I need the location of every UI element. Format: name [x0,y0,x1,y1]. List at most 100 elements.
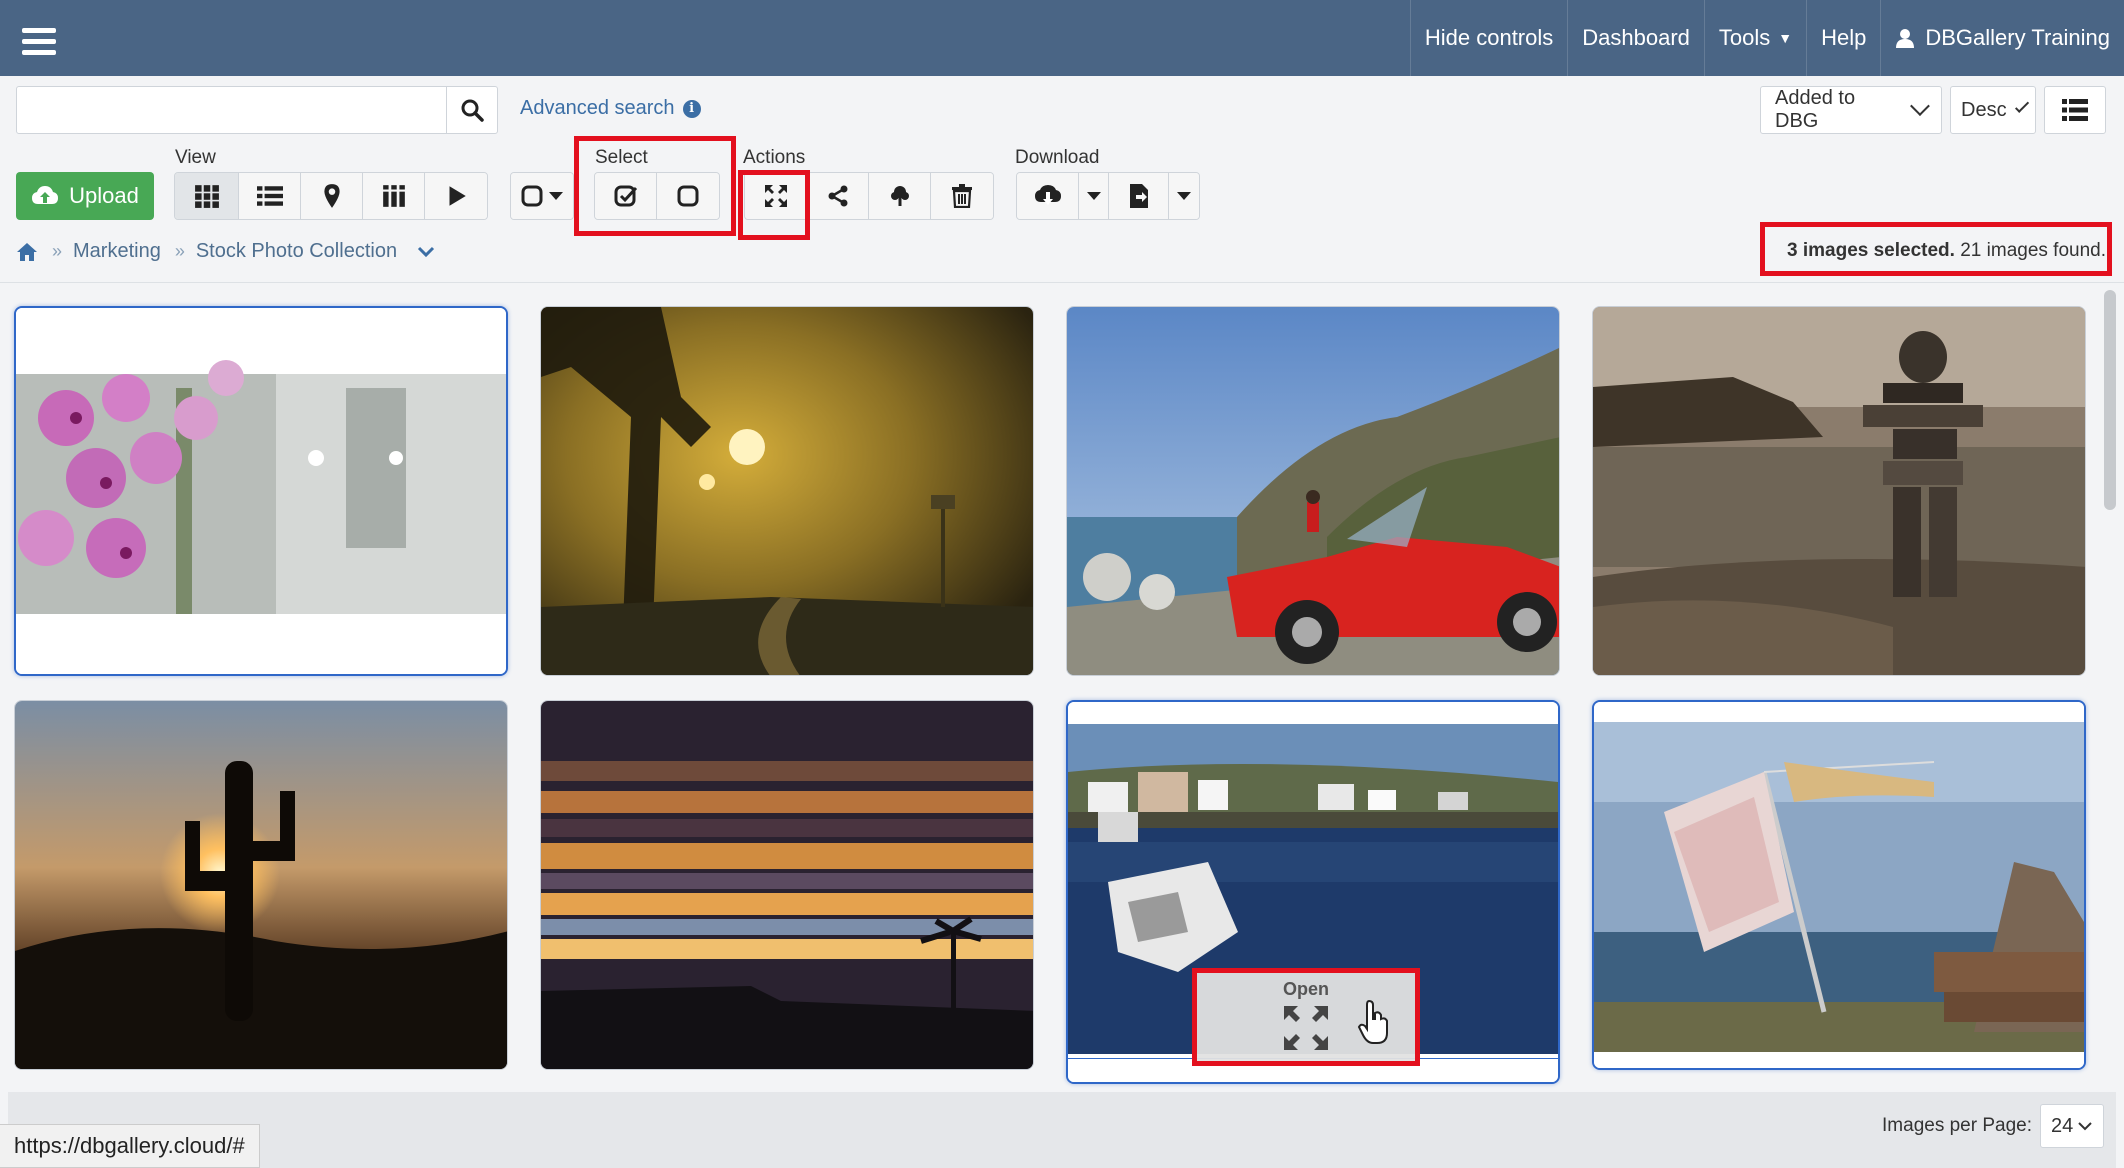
tools-label: Tools [1718,25,1771,50]
info-icon: i [682,99,701,118]
download-options-button[interactable] [1079,173,1109,219]
image-card-cactus-sunset[interactable] [14,700,508,1070]
export-options-button[interactable] [1169,173,1199,219]
sort-order-select[interactable]: Desc [1950,86,2036,134]
columns-view-button[interactable] [363,173,425,219]
download-group-label: Download [1015,147,1100,168]
image-card-red-convertible[interactable] [1066,306,1560,676]
grid-icon [194,185,219,208]
breadcrumb-separator-icon: » [52,241,62,261]
open-highlight [738,170,810,240]
share-button[interactable] [807,173,869,219]
search-icon [461,99,484,122]
found-count: 21 images found. [1960,240,2106,261]
help-link[interactable]: Help [1806,0,1880,76]
selection-dropdown-group [510,172,574,220]
images-per-page-value: 24 [2051,1114,2074,1137]
list-layout-button[interactable] [2044,86,2106,134]
breadcrumb-item-stock-photo-collection[interactable]: Stock Photo Collection [196,240,397,263]
columns-icon [382,185,405,207]
images-per-page-select[interactable]: 24 [2040,1104,2104,1148]
chevron-down-icon [1910,96,1930,116]
image-card-orchids[interactable] [14,306,508,676]
image-card-foggy-street[interactable] [540,306,1034,676]
images-per-page: Images per Page: 24 [1882,1104,2104,1148]
image-thumbnail [1593,307,2085,675]
image-card-striped-sunset[interactable] [540,700,1034,1070]
caret-down-icon: ▼ [1778,30,1793,46]
chevron-down-icon [2014,98,2030,114]
list-view-button[interactable] [239,173,301,219]
image-card-inukshuk[interactable] [1592,306,2086,676]
list-icon [256,186,283,206]
hamburger-menu-icon[interactable] [22,28,56,56]
checkbox-icon [521,185,543,207]
chevron-down-icon[interactable] [417,245,435,259]
sort-field-select[interactable]: Added to DBG [1760,86,1942,134]
upload-button[interactable]: Upload [16,172,154,220]
trash-icon [952,184,972,208]
upload-label: Upload [69,183,139,208]
image-thumbnail [1067,307,1559,675]
download-button[interactable] [1017,173,1079,219]
chevron-down-icon [2078,1122,2092,1131]
download-button-group [1016,172,1200,220]
scrollbar-thumb[interactable] [2104,290,2116,510]
tools-menu[interactable]: Tools ▼ [1703,0,1806,76]
dashboard-link[interactable]: Dashboard [1567,0,1704,76]
hand-cursor-icon [1357,999,1388,1044]
image-thumbnail [15,701,507,1069]
open-overlay-label: Open [1282,979,1329,999]
breadcrumb-separator-icon: » [174,241,185,261]
caret-down-icon [1086,192,1101,200]
actions-group-label: Actions [743,147,806,168]
image-thumbnail [541,701,1033,1069]
search-input[interactable] [16,86,448,134]
selection-status: 3 images selected. 21 images found. [1787,240,2106,262]
breadcrumb: » Marketing » Stock Photo Collection [16,240,435,263]
export-button[interactable] [1109,173,1169,219]
top-nav: Hide controls Dashboard Tools ▼ Help DBGa… [1409,0,2124,76]
family-tree-button[interactable] [869,173,931,219]
slideshow-button[interactable] [425,173,487,219]
share-icon [828,185,847,207]
sort-field-value: Added to DBG [1775,87,1856,132]
advanced-search-label: Advanced search [520,97,675,119]
footer-bar [8,1092,2116,1168]
image-thumbnail [541,307,1033,675]
advanced-search-link[interactable]: Advanced search i [520,97,701,120]
map-pin-icon [323,184,340,208]
expand-icon [1284,1006,1328,1050]
select-highlight [574,136,736,236]
open-image-overlay[interactable]: Open [1192,968,1420,1066]
view-button-group [174,172,488,220]
url-tooltip: https://dbgallery.cloud/# [0,1124,260,1168]
top-bar: Hide controls Dashboard Tools ▼ Help DBGa… [0,0,2124,76]
list-icon [2062,99,2088,121]
hide-controls-link[interactable]: Hide controls [1409,0,1567,76]
search-button[interactable] [446,86,498,134]
divider [0,282,2124,283]
cloud-upload-icon [32,186,59,204]
caret-down-icon [1177,192,1191,200]
file-export-icon [1129,184,1148,208]
selected-count: 3 images selected. [1787,240,1955,261]
breadcrumb-item-marketing[interactable]: Marketing [73,240,161,263]
user-name: DBGallery Training [1925,25,2110,50]
cloud-download-icon [1034,185,1061,205]
images-per-page-label: Images per Page: [1882,1115,2032,1136]
view-group-label: View [175,147,216,168]
grid-view-button[interactable] [175,173,239,219]
image-thumbnail [16,308,506,674]
selection-dropdown-button[interactable] [511,173,573,219]
caret-down-icon [549,192,563,200]
tree-icon [890,186,909,206]
map-view-button[interactable] [301,173,363,219]
home-icon[interactable] [16,242,38,262]
sort-order-value: Desc [1961,98,2007,121]
image-thumbnail [1594,702,2084,1068]
user-menu[interactable]: DBGallery Training [1880,0,2124,76]
image-card-laundry[interactable] [1592,700,2086,1070]
play-icon [449,186,466,206]
delete-button[interactable] [931,173,993,219]
